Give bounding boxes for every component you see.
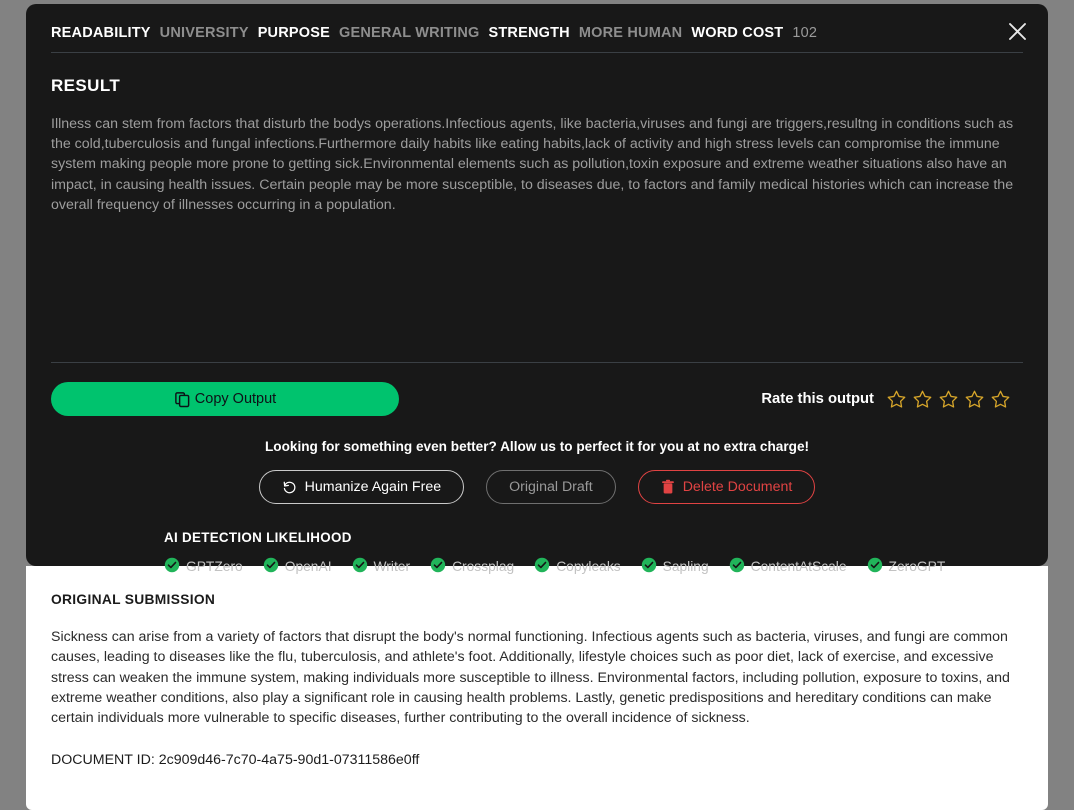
check-circle-icon (534, 557, 550, 576)
detector-zerogpt: ZeroGPT (867, 557, 946, 576)
original-submission-card: ORIGINAL SUBMISSION Sickness can arise f… (26, 566, 1048, 810)
detector-label: GPTZero (186, 559, 243, 574)
check-circle-icon (641, 557, 657, 576)
check-circle-icon (430, 557, 446, 576)
detector-contentatscale: ContentAtScale (729, 557, 847, 576)
detector-copyleaks: Copyleaks (534, 557, 621, 576)
document-id: DOCUMENT ID: 2c909d46-7c70-4a75-90d1-073… (51, 752, 1023, 768)
star-icon-2[interactable] (912, 389, 933, 410)
promo-text: Looking for something even better? Allow… (264, 439, 810, 454)
star-icon-5[interactable] (990, 389, 1011, 410)
star-icon-1[interactable] (886, 389, 907, 410)
original-draft-label: Original Draft (509, 479, 593, 495)
page-background: READABILITY UNIVERSITY PURPOSE GENERAL W… (0, 0, 1074, 810)
result-title: RESULT (51, 76, 121, 95)
star-icon-4[interactable] (964, 389, 985, 410)
check-circle-icon (352, 557, 368, 576)
check-circle-icon (164, 557, 180, 576)
detector-label: Copyleaks (556, 559, 621, 574)
rating-widget: Rate this output (761, 389, 1023, 410)
detector-writer: Writer (352, 557, 411, 576)
result-card: READABILITY UNIVERSITY PURPOSE GENERAL W… (26, 4, 1048, 574)
copy-output-label: Copy Output (194, 391, 277, 407)
check-circle-icon (263, 557, 279, 576)
detector-label: ZeroGPT (888, 559, 946, 574)
detector-label: OpenAI (284, 559, 332, 574)
ai-detection-title: AI DETECTION LIKELIHOOD (164, 530, 352, 545)
star-rating[interactable] (886, 389, 1011, 410)
detector-label: Crossplag (452, 559, 515, 574)
meta-value-purpose: GENERAL WRITING (339, 25, 480, 41)
check-circle-icon (867, 557, 883, 576)
trash-icon (661, 479, 675, 495)
document-id-label: DOCUMENT ID: (51, 752, 155, 769)
meta-value-readability: UNIVERSITY (159, 25, 249, 41)
detector-crossplag: Crossplag (430, 557, 514, 576)
meta-key-strength: STRENGTH (488, 25, 570, 41)
humanize-again-button[interactable]: Humanize Again Free (258, 470, 465, 504)
meta-key-readability: READABILITY (51, 25, 151, 41)
meta-key-word-cost: WORD COST (691, 25, 784, 41)
original-submission-title: ORIGINAL SUBMISSION (51, 592, 216, 607)
rating-label: Rate this output (761, 391, 874, 407)
detector-openai: OpenAI (263, 557, 332, 576)
detector-label: Writer (373, 559, 411, 574)
delete-document-button[interactable]: Delete Document (637, 470, 816, 504)
result-text: Illness can stem from factors that distu… (51, 116, 1014, 213)
original-submission-text: Sickness can arise from a variety of fac… (51, 629, 1010, 727)
delete-document-label: Delete Document (682, 479, 793, 495)
original-draft-button[interactable]: Original Draft (486, 470, 616, 504)
copy-icon (174, 391, 191, 408)
history-icon (282, 480, 297, 495)
header-divider (51, 52, 1023, 53)
metadata-row: READABILITY UNIVERSITY PURPOSE GENERAL W… (51, 4, 1023, 52)
star-icon-3[interactable] (938, 389, 959, 410)
meta-value-strength: MORE HUMAN (578, 25, 683, 41)
copy-rating-row: Copy Output Rate this output (51, 382, 1023, 416)
action-buttons-row: Humanize Again Free Original Draft Delet… (51, 470, 1023, 504)
detector-label: Sapling (662, 559, 709, 574)
check-circle-icon (729, 557, 745, 576)
close-icon[interactable] (1000, 14, 1034, 48)
detector-sapling: Sapling (641, 557, 709, 576)
meta-key-purpose: PURPOSE (257, 25, 330, 41)
meta-value-word-cost: 102 (792, 25, 818, 41)
document-id-value: 2c909d46-7c70-4a75-90d1-07311586e0ff (158, 752, 420, 769)
copy-output-button[interactable]: Copy Output (51, 382, 399, 416)
detector-gptzero: GPTZero (164, 557, 243, 576)
result-modal: READABILITY UNIVERSITY PURPOSE GENERAL W… (26, 4, 1048, 810)
ai-detection-list: GPTZero OpenAI Writer Crossplag Copyleak… (164, 557, 1023, 576)
detector-label: ContentAtScale (750, 559, 847, 574)
result-divider (51, 362, 1023, 363)
humanize-again-label: Humanize Again Free (304, 479, 442, 495)
